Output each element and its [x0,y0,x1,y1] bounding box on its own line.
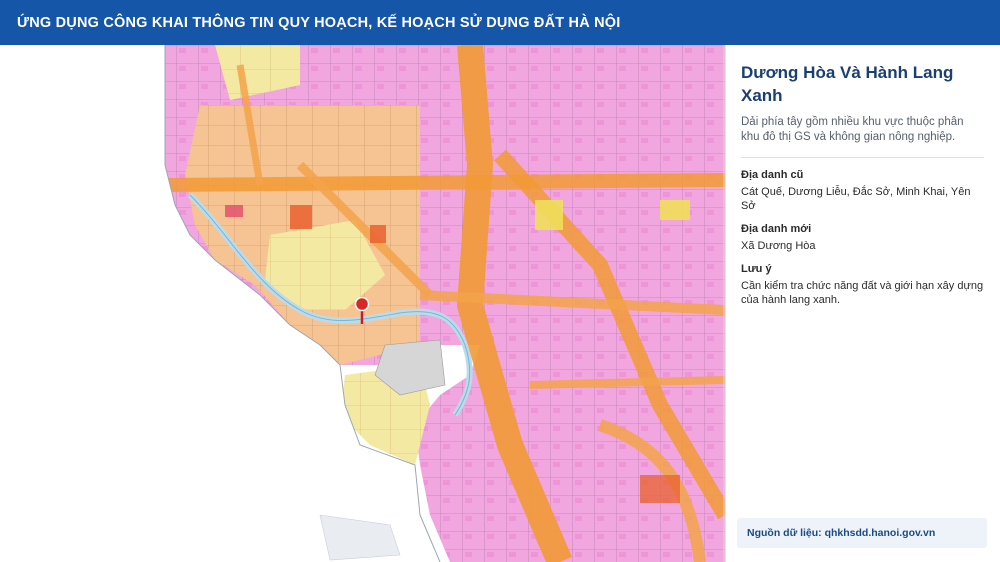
note-value: Cần kiểm tra chức năng đất và giới hạn x… [741,280,984,306]
place-title: Dương Hòa Và Hành Lang Xanh [741,63,954,105]
note-label: Lưu ý [741,263,772,275]
location-pin-icon[interactable] [354,297,370,325]
app-header: ỨNG DỤNG CÔNG KHAI THÔNG TIN QUY HOẠCH, … [0,0,1000,45]
new-name-value: Xã Dương Hòa [741,240,816,252]
new-name-label: Địa danh mới [741,223,812,235]
app-title: ỨNG DỤNG CÔNG KHAI THÔNG TIN QUY HOẠCH, … [17,14,621,31]
data-source-text[interactable]: Nguồn dữ liệu: qhkhsdd.hanoi.gov.vn [747,527,935,539]
road-horizontal-3 [529,376,725,389]
planning-map[interactable] [0,45,725,562]
road-horizontal-1 [164,173,725,192]
data-source-box: Nguồn dữ liệu: qhkhsdd.hanoi.gov.vn [737,518,987,548]
info-panel: Dương Hòa Và Hành Lang Xanh Dải phía tây… [725,45,1000,562]
place-description: Dải phía tây gồm nhiều khu vực thuộc phâ… [741,115,984,158]
old-name-label: Địa danh cũ [741,169,804,181]
old-name-value: Cát Quế, Dương Liễu, Đắc Sở, Minh Khai, … [741,186,971,212]
